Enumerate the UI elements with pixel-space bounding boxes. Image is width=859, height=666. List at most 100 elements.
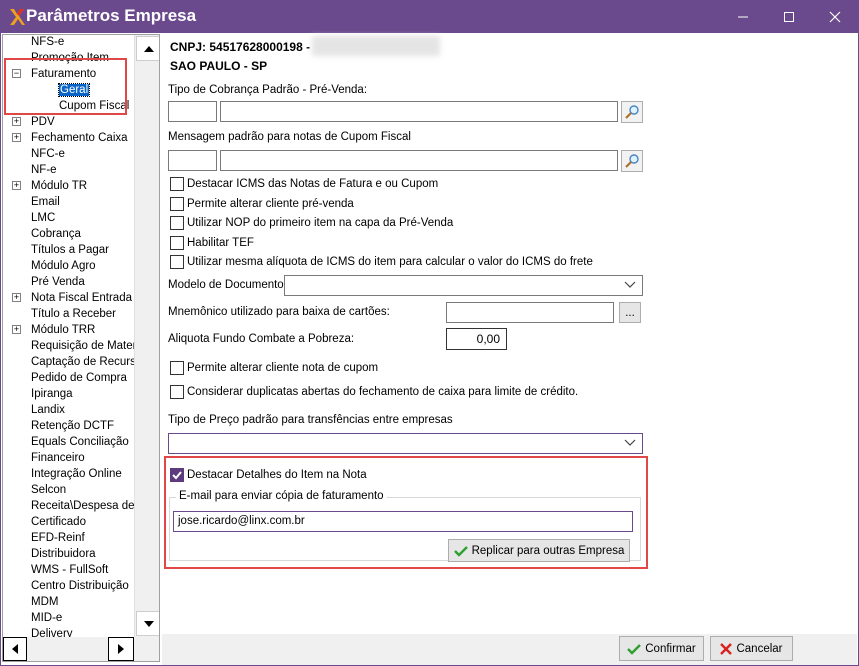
highlight-box-tree: [4, 58, 127, 115]
email-group-label: E-mail para enviar cópia de faturamento: [176, 490, 387, 502]
confirmar-button[interactable]: Confirmar: [619, 636, 704, 661]
cobranca-search-button[interactable]: [621, 101, 643, 123]
tree-item[interactable]: Delivery: [31, 626, 73, 637]
tree-item[interactable]: Centro Distribuição: [31, 578, 129, 594]
magnifier-icon: [625, 105, 639, 119]
tree-item[interactable]: Certificado: [31, 514, 86, 530]
tree-panel: NFS-e Promoção Item − Faturamento Geral Cupom…: [2, 34, 160, 662]
tree-item[interactable]: Distribuidora: [31, 546, 96, 562]
tree-item[interactable]: MDM: [31, 594, 58, 610]
tree-item[interactable]: Selcon: [31, 482, 66, 498]
tree-item-label: Cobrança: [31, 228, 81, 240]
option-checkbox[interactable]: [170, 385, 184, 399]
expand-icon[interactable]: +: [12, 325, 21, 334]
main-panel: CNPJ: 54517628000198 - SAO PAULO - SP Ti…: [162, 34, 857, 634]
mensagem-desc-field[interactable]: [220, 150, 618, 171]
tree-item[interactable]: EFD-Reinf: [31, 530, 85, 546]
tree-item[interactable]: NFS-e: [31, 35, 64, 50]
replicar-button[interactable]: Replicar para outras Empresa: [448, 539, 630, 562]
option-checkbox[interactable]: [170, 361, 184, 375]
checkmark-icon: [172, 471, 182, 480]
tree-item[interactable]: Retenção DCTF: [31, 418, 114, 434]
tree-item[interactable]: + Nota Fiscal Entrada: [12, 290, 132, 306]
horizontal-scrollbar[interactable]: [3, 637, 134, 661]
tree-view[interactable]: NFS-e Promoção Item − Faturamento Geral Cupom…: [3, 35, 134, 637]
mensagem-code-field[interactable]: [168, 150, 217, 171]
tree-item[interactable]: WMS - FullSoft: [31, 562, 108, 578]
expand-icon[interactable]: +: [12, 117, 21, 126]
option-checkbox[interactable]: [170, 235, 184, 250]
tree-item[interactable]: + Módulo TR: [12, 178, 88, 194]
tree-item-label: Pedido de Compra: [31, 372, 127, 384]
arrow-right-icon: [118, 644, 124, 654]
tree-item[interactable]: + Módulo TRR: [12, 322, 95, 338]
tree-item[interactable]: Captação de Recurso: [31, 354, 134, 370]
tree-item-label: Captação de Recurso: [31, 356, 134, 368]
mnemonico-field[interactable]: [446, 302, 614, 323]
option-checkbox[interactable]: [170, 177, 184, 191]
tree-item[interactable]: Módulo Agro: [31, 258, 96, 274]
option-checkbox[interactable]: [170, 196, 184, 211]
confirmar-button-label: Confirmar: [645, 642, 696, 655]
tree-item[interactable]: Email: [31, 194, 60, 210]
tree-item[interactable]: Integração Online: [31, 466, 122, 482]
expand-icon[interactable]: +: [12, 133, 21, 142]
email-field[interactable]: jose.ricardo@linx.com.br: [173, 511, 633, 532]
cross-icon: [720, 642, 733, 655]
tree-item[interactable]: Landix: [31, 402, 65, 418]
app-logo-icon: [10, 9, 25, 25]
scroll-down-button[interactable]: [136, 611, 159, 636]
tree-item[interactable]: Título a Receber: [31, 306, 116, 322]
tree-item[interactable]: Títulos a Pagar: [31, 242, 109, 258]
expand-icon[interactable]: +: [12, 181, 21, 190]
option-checkbox-label: Utilizar mesma alíquota de ICMS do item …: [187, 256, 593, 268]
mnemonico-label: Mnemônico utilizado para baixa de cartõe…: [168, 306, 390, 318]
mnemonico-browse-button[interactable]: ...: [619, 302, 641, 323]
expand-icon[interactable]: +: [12, 293, 21, 302]
tree-item[interactable]: MID-e: [31, 610, 62, 626]
arrow-left-icon: [12, 644, 18, 654]
destacar-detalhes-checkbox[interactable]: [170, 468, 184, 482]
aliquota-field[interactable]: 0,00: [446, 328, 507, 350]
cobranca-desc-field[interactable]: [220, 101, 618, 122]
tree-item[interactable]: Financeiro: [31, 450, 85, 466]
option-checkbox[interactable]: [170, 255, 184, 269]
tree-item[interactable]: Ipiranga: [31, 386, 73, 402]
tree-item[interactable]: NF-e: [31, 162, 57, 178]
tree-item[interactable]: + Fechamento Caixa: [12, 130, 128, 146]
check-icon: [627, 643, 642, 655]
title-bar: Parâmetros Empresa: [0, 0, 859, 33]
close-button[interactable]: [812, 0, 858, 33]
maximize-button[interactable]: [766, 0, 812, 33]
tree-item-label: Centro Distribuição: [31, 580, 129, 592]
vertical-scrollbar[interactable]: [134, 35, 159, 637]
cancelar-button-label: Cancelar: [736, 642, 783, 655]
tree-item[interactable]: Cobrança: [31, 226, 81, 242]
mensagem-search-button[interactable]: [621, 150, 643, 172]
tree-item[interactable]: Pré Venda: [31, 274, 85, 290]
tree-item[interactable]: Equals Conciliação: [31, 434, 129, 450]
scroll-right-button[interactable]: [108, 637, 134, 661]
tree-item[interactable]: NFC-e: [31, 146, 65, 162]
option-checkbox[interactable]: [170, 216, 184, 230]
tree-item[interactable]: Requisição de Materia: [31, 338, 134, 354]
tree-item-label: Receita\Despesa de T: [31, 500, 134, 512]
tree-item-label: Nota Fiscal Entrada: [31, 292, 132, 304]
cobranca-code-field[interactable]: [168, 101, 217, 122]
tree-item-label: Módulo Agro: [31, 260, 96, 272]
tree-item[interactable]: LMC: [31, 210, 55, 226]
tree-item[interactable]: Receita\Despesa de T: [31, 498, 134, 514]
window-frame-left: [0, 33, 1, 666]
chevron-down-icon: [624, 439, 636, 446]
cancelar-button[interactable]: Cancelar: [710, 636, 793, 661]
scroll-up-button[interactable]: [136, 36, 159, 61]
tree-item[interactable]: Pedido de Compra: [31, 370, 127, 386]
minimize-button[interactable]: [720, 0, 766, 33]
cnpj-label: CNPJ: 54517628000198 -: [170, 40, 311, 54]
tree-item[interactable]: + PDV: [12, 114, 55, 130]
scroll-left-button[interactable]: [3, 637, 27, 661]
replicar-button-label: Replicar para outras Empresa: [471, 544, 625, 557]
modelo-documento-select[interactable]: [284, 275, 643, 296]
tree-item-label: Módulo TR: [31, 180, 88, 192]
tipo-preco-select[interactable]: [168, 433, 643, 454]
